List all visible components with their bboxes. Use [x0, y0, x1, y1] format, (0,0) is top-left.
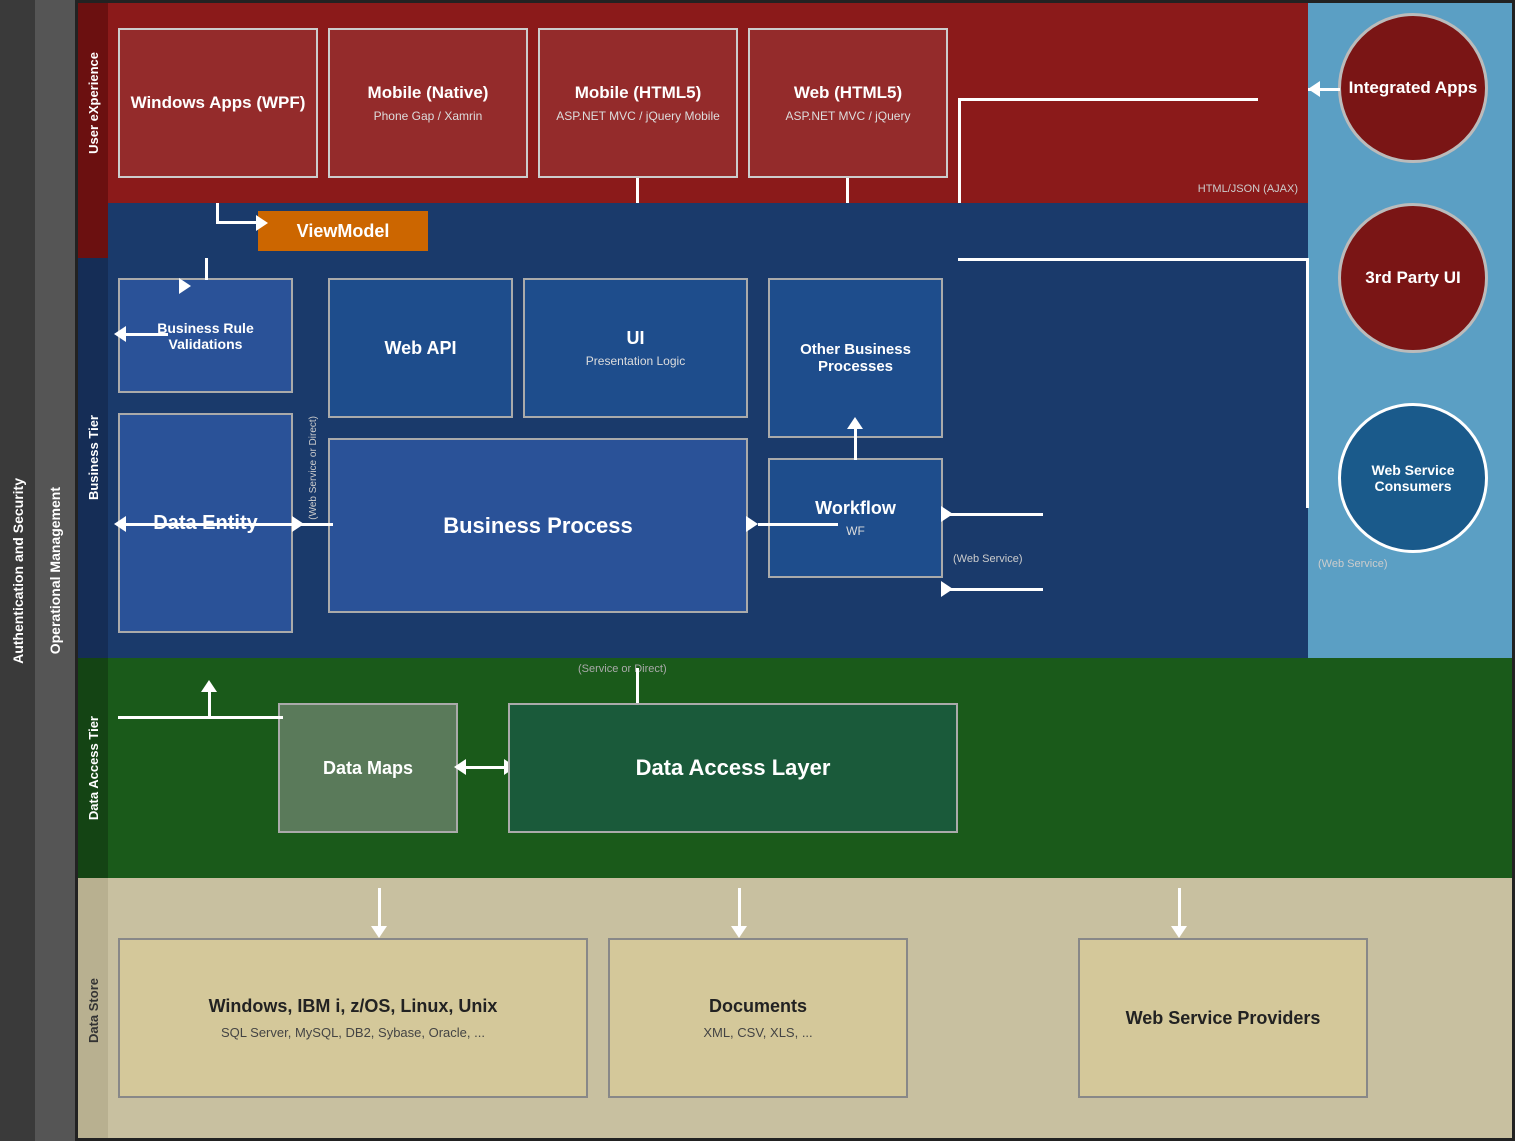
business-tier-label: Business Tier: [86, 415, 101, 500]
right-panel: Integrated Apps 3rd Party UI Web Service…: [1308, 3, 1515, 663]
business-process-label: Business Process: [443, 513, 633, 539]
workflow-label: Workflow: [815, 498, 896, 519]
data-store-tier: Data Store Windows, IBM i, z/OS, Linux, …: [78, 878, 1515, 1141]
webapi-label: Web API: [384, 338, 456, 359]
web-html5-title: Web (HTML5): [794, 83, 902, 103]
workflow-box: Workflow WF: [768, 458, 943, 578]
data-access-tier: Data Access Tier (Service or Direct) Dat…: [78, 658, 1515, 878]
ux-tier-label: User eXperience: [86, 52, 101, 154]
data-maps-box: Data Maps: [278, 703, 458, 833]
arrow-dal-wsp-v: [1178, 888, 1181, 928]
ux-tier: User eXperience Windows Apps (WPF) Mobil…: [78, 3, 1515, 203]
other-bp-label: Other Business Processes: [770, 341, 941, 375]
docs-sub: XML, CSV, XLS, ...: [703, 1025, 812, 1040]
arrow-ws-workflow-h: [943, 513, 1043, 516]
docs-title: Documents: [709, 996, 807, 1017]
arrow-ws-bp-h: [943, 588, 1043, 591]
ws-consumers-label: Web Service Consumers: [1341, 462, 1485, 494]
ops-label-text: Operational Management: [47, 487, 63, 654]
arrowhead-bp-left: [114, 516, 126, 532]
ws-providers-label: Web Service Providers: [1126, 1008, 1321, 1029]
ws-label-business: (Web Service): [953, 553, 1022, 565]
ws-consumers-circle: Web Service Consumers: [1338, 403, 1488, 553]
htmljson-label: HTML/JSON (AJAX): [1198, 183, 1298, 195]
windows-apps-box: Windows Apps (WPF): [118, 28, 318, 178]
db-title: Windows, IBM i, z/OS, Linux, Unix: [209, 996, 498, 1017]
third-party-circle: 3rd Party UI: [1338, 203, 1488, 353]
mobile-html5-sub: ASP.NET MVC / jQuery Mobile: [556, 109, 720, 123]
mobile-html5-title: Mobile (HTML5): [575, 83, 702, 103]
ux-tier-label-container: User eXperience: [78, 3, 108, 203]
arrow-ux-right-v: [958, 98, 961, 208]
arrowhead-dal-docs: [731, 926, 747, 938]
ws-direct-label-container: (Web Service or Direct): [303, 308, 323, 628]
workflow-sub: WF: [846, 524, 865, 538]
ui-sub: Presentation Logic: [586, 354, 685, 368]
docs-box: Documents XML, CSV, XLS, ...: [608, 938, 908, 1098]
mobile-html5-box: Mobile (HTML5) ASP.NET MVC / jQuery Mobi…: [538, 28, 738, 178]
ws-label-right: (Web Service): [1318, 558, 1387, 570]
auth-label-text: Authentication and Security: [10, 478, 26, 664]
arrow-ws-consumers-line-v: [1306, 258, 1309, 508]
business-tier: Business Tier Business Rule Validations …: [78, 258, 1308, 658]
ws-direct-label: (Web Service or Direct): [308, 416, 319, 520]
arrow-dal-up-h: [118, 716, 283, 719]
arrow-dal-docs-v: [738, 888, 741, 928]
integrated-apps-label: Integrated Apps: [1349, 78, 1478, 98]
webapi-box: Web API: [328, 278, 513, 418]
arrow-right-bp-h: [758, 523, 838, 526]
arrow-ux-right-h: [960, 98, 1258, 101]
ui-box: UI Presentation Logic: [523, 278, 748, 418]
arrow-bp-left-h: [118, 523, 333, 526]
arrow-dal-db-v: [378, 888, 381, 928]
integrated-apps-circle: Integrated Apps: [1338, 13, 1488, 163]
mobile-native-box: Mobile (Native) Phone Gap / Xamrin: [328, 28, 528, 178]
web-html5-box: Web (HTML5) ASP.NET MVC / jQuery: [748, 28, 948, 178]
main-diagram: User eXperience Windows Apps (WPF) Mobil…: [75, 0, 1515, 1141]
other-bp-box: Other Business Processes: [768, 278, 943, 438]
arrowhead-dal-left: [454, 759, 466, 775]
arrowhead-viewmodel: [256, 215, 268, 231]
web-html5-sub: ASP.NET MVC / jQuery: [786, 109, 911, 123]
data-maps-label: Data Maps: [323, 758, 413, 779]
dal-box: Data Access Layer: [508, 703, 958, 833]
arrowhead-biz-rule: [179, 278, 191, 294]
arrowhead-otherbp: [847, 417, 863, 429]
third-party-label: 3rd Party UI: [1365, 268, 1460, 288]
service-direct-label: (Service or Direct): [578, 663, 667, 675]
business-process-box: Business Process: [328, 438, 748, 613]
arrowhead-bp-right: [746, 516, 758, 532]
arrow-ws-consumers-line-h: [958, 258, 1308, 261]
viewmodel-label: ViewModel: [297, 221, 390, 242]
arrowhead-up-from-dal: [201, 680, 217, 692]
ui-label: UI: [627, 328, 645, 349]
business-tier-label-container: Business Tier: [78, 258, 108, 658]
data-store-label: Data Store: [86, 978, 101, 1043]
dal-label: Data Access Layer: [636, 755, 831, 781]
arrow-into-dal-v: [636, 668, 639, 708]
arrow-vm-biz-v: [205, 258, 208, 280]
arrowhead-ws-workflow: [941, 506, 953, 522]
windows-apps-title: Windows Apps (WPF): [131, 93, 306, 113]
ux-tier-label-ext: [78, 203, 108, 258]
ws-providers-box: Web Service Providers: [1078, 938, 1368, 1098]
db-box: Windows, IBM i, z/OS, Linux, Unix SQL Se…: [118, 938, 588, 1098]
data-store-label-container: Data Store: [78, 878, 108, 1141]
arrow-windows-viewmodel-h: [216, 221, 261, 224]
ops-label: Operational Management: [35, 0, 75, 1141]
arrowhead-ws-bp: [941, 581, 953, 597]
db-sub: SQL Server, MySQL, DB2, Sybase, Oracle, …: [221, 1025, 485, 1040]
mobile-native-title: Mobile (Native): [368, 83, 489, 103]
viewmodel-box: ViewModel: [258, 211, 428, 251]
arrow-windows-viewmodel-v: [216, 203, 219, 223]
arrowhead-integrated-left: [1308, 81, 1320, 97]
data-access-label: Data Access Tier: [86, 716, 101, 820]
arrowhead-dal-wsp: [1171, 926, 1187, 938]
data-access-label-container: Data Access Tier: [78, 658, 108, 878]
auth-label: Authentication and Security: [0, 0, 35, 1141]
viewmodel-row: ViewModel: [78, 203, 1515, 258]
mobile-native-sub: Phone Gap / Xamrin: [374, 109, 483, 123]
arrowhead-dal-db: [371, 926, 387, 938]
arrowhead-biz-rule-left: [114, 326, 126, 342]
